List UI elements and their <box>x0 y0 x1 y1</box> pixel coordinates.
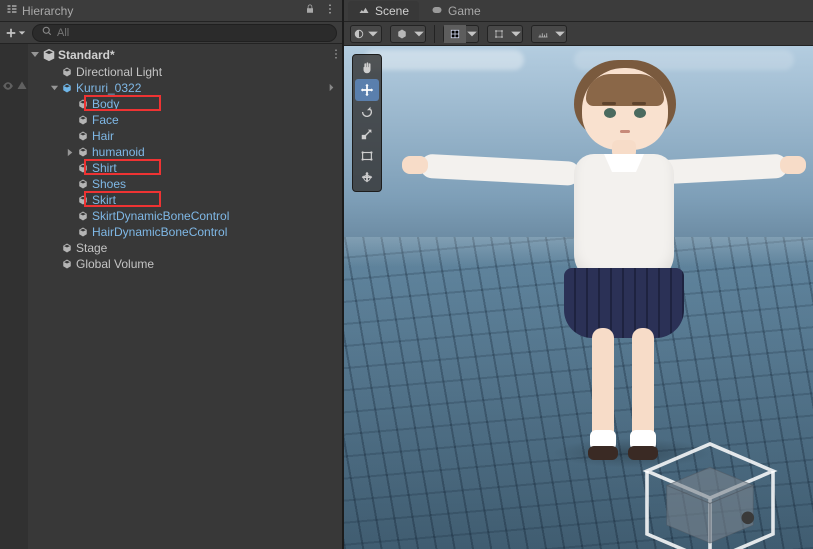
gameobject-icon <box>76 178 90 190</box>
gameobject-icon <box>76 226 90 238</box>
gameobject-icon <box>76 130 90 142</box>
foldout-icon[interactable] <box>28 50 42 60</box>
gameobject-label: Global Volume <box>76 257 154 271</box>
gameobject-icon <box>76 210 90 222</box>
scene-panel: Scene Game <box>344 0 813 549</box>
tab-scene[interactable]: Scene <box>348 1 419 21</box>
gameobject-icon <box>76 146 90 158</box>
scene-tab-icon <box>358 4 370 19</box>
game-tab-icon <box>431 4 443 19</box>
scene-viewport[interactable] <box>344 46 813 549</box>
hierarchy-toolbar <box>0 22 342 44</box>
gameobject-label: Kururi_0322 <box>76 81 141 95</box>
scene-tabs: Scene Game <box>344 0 813 22</box>
gameobject-row[interactable]: Global Volume <box>28 256 342 272</box>
tool-scale[interactable] <box>355 123 379 145</box>
scene-row[interactable]: Standard* <box>28 46 342 64</box>
gameobject-icon <box>60 258 74 270</box>
gameobject-label: Shoes <box>92 177 126 191</box>
gameobject-label: HairDynamicBoneControl <box>92 225 227 239</box>
scene-kebab-icon[interactable] <box>330 48 342 63</box>
tab-game-label: Game <box>448 4 481 18</box>
gameobject-label: Shirt <box>92 161 117 175</box>
grid-dropdown[interactable] <box>466 25 478 43</box>
hierarchy-tree[interactable]: Standard* Directional Light Kururi_0322 Bo… <box>0 44 342 549</box>
gameobject-icon <box>76 114 90 126</box>
gameobject-row[interactable]: SkirtDynamicBoneControl <box>28 208 342 224</box>
visibility-icons[interactable] <box>2 80 28 92</box>
lock-icon[interactable] <box>304 3 316 18</box>
scene-name: Standard* <box>58 48 115 62</box>
gameobject-icon <box>76 98 90 110</box>
open-prefab-icon[interactable] <box>327 81 336 95</box>
gameobject-row[interactable]: Face <box>28 112 342 128</box>
hierarchy-header: Hierarchy <box>0 0 342 22</box>
tool-rotate[interactable] <box>355 101 379 123</box>
visibility-strip <box>0 44 28 549</box>
gameobject-icon <box>60 242 74 254</box>
tab-scene-label: Scene <box>375 4 409 18</box>
gameobject-row[interactable]: Stage <box>28 240 342 256</box>
gameobject-label: Skirt <box>92 193 116 207</box>
gameobject-row[interactable]: Skirt <box>28 192 342 208</box>
tool-hand[interactable] <box>355 57 379 79</box>
search-icon <box>41 25 57 40</box>
hierarchy-icon <box>6 3 18 18</box>
hierarchy-search[interactable] <box>32 24 337 42</box>
scene-toolbar <box>344 22 813 46</box>
gameobject-label: Face <box>92 113 119 127</box>
gameobject-row[interactable]: Kururi_0322 <box>28 80 342 96</box>
snap-dropdown[interactable] <box>510 25 522 43</box>
gameobject-row[interactable]: Directional Light <box>28 64 342 80</box>
tab-game[interactable]: Game <box>421 1 491 21</box>
gameobject-row[interactable]: humanoid <box>28 144 342 160</box>
gameobject-row[interactable]: HairDynamicBoneControl <box>28 224 342 240</box>
gameobject-row[interactable]: Hair <box>28 128 342 144</box>
scene-tools-overlay <box>352 54 382 192</box>
tool-rect[interactable] <box>355 145 379 167</box>
gameobject-row[interactable]: Body <box>28 96 342 112</box>
hierarchy-title: Hierarchy <box>22 4 73 18</box>
gameobject-icon <box>76 162 90 174</box>
increment-snap-button[interactable] <box>532 25 554 43</box>
gameobject-label: Body <box>92 97 119 111</box>
foldout-icon[interactable] <box>64 148 76 157</box>
draw-mode-dropdown[interactable] <box>413 25 425 43</box>
gameobject-label: humanoid <box>92 145 145 159</box>
tool-transform[interactable] <box>355 167 379 189</box>
gameobject-row[interactable]: Shirt <box>28 160 342 176</box>
kebab-icon[interactable] <box>324 3 336 18</box>
search-input[interactable] <box>57 27 328 39</box>
toggle-2d-button[interactable] <box>391 25 413 43</box>
gameobject-label: Hair <box>92 129 114 143</box>
foldout-icon[interactable] <box>48 84 60 93</box>
grid-toggle-button[interactable] <box>444 25 466 43</box>
gameobject-label: Directional Light <box>76 65 162 79</box>
gameobject-label: SkirtDynamicBoneControl <box>92 209 229 223</box>
gameobject-label: Stage <box>76 241 107 255</box>
shading-mode-button[interactable] <box>351 25 381 43</box>
gameobject-icon <box>76 194 90 206</box>
gameobject-row[interactable]: Shoes <box>28 176 342 192</box>
tool-move[interactable] <box>355 79 379 101</box>
wireframe-cube-gizmo <box>611 399 791 549</box>
unity-scene-icon <box>42 48 56 62</box>
hierarchy-panel: Hierarchy <box>0 0 344 549</box>
prefab-icon <box>60 82 74 94</box>
create-button[interactable] <box>5 27 26 39</box>
gameobject-icon <box>60 66 74 78</box>
snap-button[interactable] <box>488 25 510 43</box>
increment-snap-dropdown[interactable] <box>554 25 566 43</box>
